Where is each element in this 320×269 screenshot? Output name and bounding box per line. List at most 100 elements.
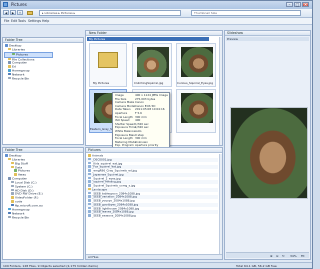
address-toolbar: ◀ ▶ ↑ ▸ Libraries ▸ Pictures ▸ Thumbnail… [1, 9, 312, 18]
file-icon [88, 187, 91, 191]
maximize-button[interactable]: □ [294, 2, 301, 7]
preview-pane: Slideshow Preview ⊕ ⊖ ↻ 34% Fit [224, 30, 311, 260]
file-icon [88, 172, 91, 176]
folder-icon [11, 200, 14, 203]
thumbnail-image [181, 47, 213, 77]
file-icon [88, 180, 91, 183]
folder-icon [8, 215, 11, 218]
thumbnail-card[interactable]: Curious_Squirrel_Eyes.jpg [176, 43, 216, 87]
recycle-bin-icon [8, 76, 11, 80]
folder-tree-bottom-list: Desktop Libraries Big Stuff Data Pictures Awa… [4, 153, 82, 220]
file-list-pane: Pictures Animals _DSC0001.jpg _Kids_squirr… [85, 147, 223, 260]
folder-icon [11, 192, 14, 195]
file-list: Animals _DSC0001.jpg _Kids_squirrel_eat.jp… [86, 154, 218, 218]
file-icon [88, 184, 91, 187]
thumbnail-toolbar: New Folder [86, 31, 222, 36]
tree-item[interactable]: Recycle Bin [4, 214, 82, 220]
menu-edit[interactable]: Edit [11, 19, 17, 23]
file-icon [88, 202, 91, 206]
folder-icon [27, 11, 33, 15]
folder-icon [14, 169, 17, 172]
computer-icon [8, 61, 11, 64]
up-button[interactable]: ↑ [17, 10, 23, 15]
zoom-out-icon[interactable]: ⊖ [276, 254, 279, 258]
search-placeholder: Thumbnail Size [194, 11, 217, 15]
file-row[interactable]: _SEEB_seasons_2084x1088.jpg [86, 214, 218, 218]
thumbnail-scrollbar[interactable] [219, 37, 222, 145]
fit-label[interactable]: Fit [301, 254, 305, 258]
preview-toolbar: ⊕ ⊖ ↻ 34% Fit [226, 252, 309, 258]
file-icon [88, 195, 91, 198]
forward-button[interactable]: ▶ [10, 10, 16, 15]
preview-title: Preview [227, 37, 238, 41]
preview-header: Slideshow [225, 31, 310, 36]
folder-icon [11, 188, 14, 192]
exif-list: Image 400 x 1124 JPEG Image File Size 275,0… [115, 93, 168, 152]
file-icon [88, 206, 91, 209]
file-icon [88, 191, 91, 194]
address-bar[interactable]: ▸ Libraries ▸ Pictures ▸ [39, 10, 181, 16]
file-filter-label[interactable]: All Files [88, 255, 99, 259]
folder-tree-bottom: Folder Tree Desktop Libraries Big Stuff Dat… [2, 147, 84, 260]
preview-image [230, 107, 308, 199]
new-folder-button[interactable]: New Folder [89, 31, 107, 35]
slideshow-label[interactable]: Slideshow [227, 31, 243, 35]
file-name: _SEEB_seasons_2084x1088.jpg [92, 213, 136, 218]
folder-tree-top: Folder Tree Desktop Libraries Pictures F… [2, 37, 84, 145]
app-icon [3, 2, 8, 7]
thumbnail-path-bar: My Pictures [87, 37, 209, 41]
folder-icon [8, 207, 11, 211]
thumbnail-card[interactable] [176, 89, 216, 133]
status-bar: 109 Folders, 128 Files, 9 Objects select… [1, 262, 312, 268]
file-list-scrollbar[interactable] [219, 154, 222, 255]
tree-item-label: Recycle Bin [12, 214, 30, 219]
menu-tools[interactable]: Tools [18, 19, 26, 23]
folder-thumbnail-icon [98, 52, 118, 68]
back-button[interactable]: ◀ [3, 10, 9, 15]
thumbnail-card[interactable]: ClutchingSquirrel.jpg [132, 43, 172, 87]
thumbnail-label: ClutchingSquirrel.jpg [134, 81, 164, 85]
tree-item-recycle-bin[interactable]: Recycle Bin [4, 76, 82, 81]
exif-tooltip: Image 400 x 1124 JPEG Image File Size 275,0… [112, 92, 170, 152]
menu-help[interactable]: Help [42, 19, 49, 23]
rotate-icon[interactable]: ↻ [282, 254, 285, 258]
file-icon [88, 169, 91, 172]
window-title: Pictures [11, 2, 27, 7]
menu-settings[interactable]: Settings [28, 19, 41, 23]
file-icon [88, 176, 91, 179]
thumbnail-path: My Pictures [89, 37, 106, 41]
file-icon [88, 157, 91, 161]
file-icon [88, 214, 91, 217]
close-button[interactable]: ✕ [302, 2, 309, 7]
thumbnail-image [137, 47, 169, 77]
folder-icon [11, 165, 14, 169]
file-icon [88, 199, 91, 202]
thumbnail-label: Curious_Squirrel_Eyes.jpg [177, 81, 213, 85]
homegroup-icon [8, 69, 11, 72]
folder-icon [8, 177, 11, 180]
zoom-level: 34% [290, 254, 297, 258]
minimize-button[interactable]: – [286, 2, 293, 7]
thumbnail-image [181, 93, 213, 123]
folder-icon [8, 157, 11, 161]
file-icon [88, 210, 91, 213]
status-left: 109 Folders, 128 Files, 9 Objects select… [3, 264, 98, 268]
menu-file[interactable]: File [4, 19, 9, 23]
status-right: Total 64.1 GB, 56.2 GB free [236, 264, 277, 268]
desktop-icon [5, 44, 8, 47]
folder-icon [11, 196, 14, 199]
search-input[interactable]: Thumbnail Size [191, 10, 301, 16]
thumbnail-label: My Pictures [93, 81, 110, 85]
folder-tree-list: Desktop Libraries Pictures File Collecti… [4, 43, 82, 81]
network-icon [8, 72, 11, 76]
file-icon [88, 165, 91, 168]
file-list-header: Pictures [86, 148, 222, 153]
menu-bar: File Edit Tools Settings Help [1, 18, 312, 25]
collection-icon [8, 57, 11, 61]
library-icon [8, 47, 11, 51]
folder-icon [5, 154, 8, 157]
thumbnail-card[interactable]: My Pictures [89, 43, 127, 87]
file-icon [88, 154, 91, 157]
file-icon [88, 161, 91, 164]
zoom-in-icon[interactable]: ⊕ [270, 254, 273, 258]
